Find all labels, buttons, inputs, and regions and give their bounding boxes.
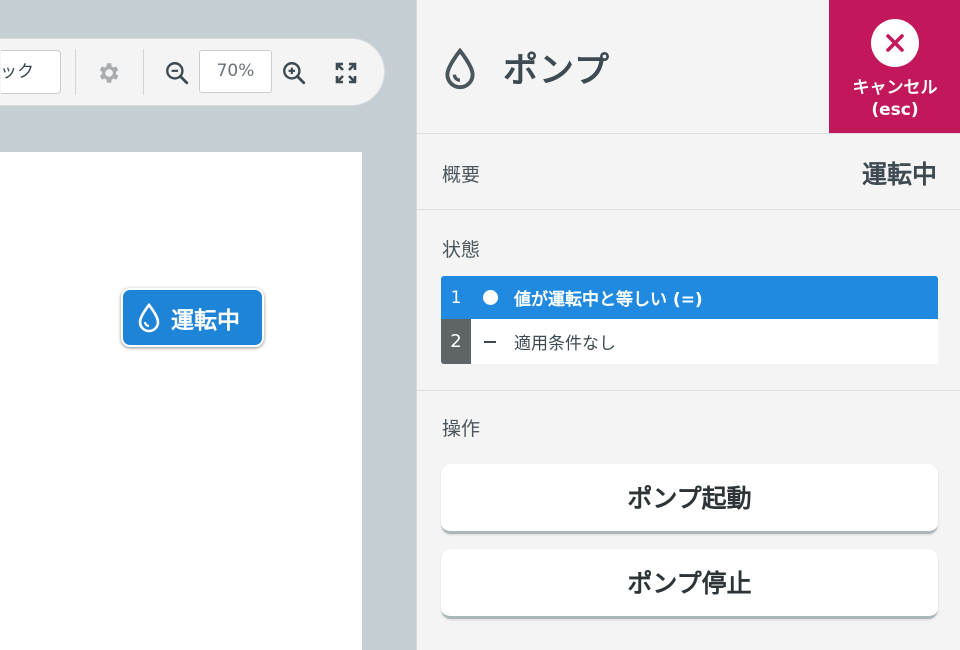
summary-row: 概要 運転中 [417,134,960,210]
state-item[interactable]: 1 値が運転中と等しい (=) [441,276,938,319]
operations-label: 操作 [442,418,481,440]
state-label: 状態 [442,239,481,261]
dash-icon [471,340,509,343]
water-drop-icon [137,302,161,333]
toolbar: ロック 70% [0,38,385,106]
state-item[interactable]: 2 適用条件なし [441,319,938,364]
state-text: 適用条件なし [514,334,616,354]
summary-label: 概要 [442,164,481,186]
toolbar-divider [143,49,144,95]
panel-title: ポンプ [503,51,610,91]
state-number: 1 [450,287,462,308]
cancel-label-text: キャンセル [852,78,938,98]
gear-icon[interactable] [94,59,122,87]
state-number: 2 [441,319,471,364]
lock-button-label: ロック [1,62,34,82]
cancel-label: キャンセル (esc) [829,77,960,121]
canvas-area: ロック 70% 運転中 [0,0,416,650]
toolbar-divider [75,49,76,95]
cancel-shortcut: (esc) [871,100,919,120]
zoom-level-input[interactable]: 70% [199,50,272,93]
properties-panel: ポンプ キャンセル (esc) 概要 運転中 状態 1 値が運転中と等しい (=… [416,0,960,650]
active-dot-icon [471,290,509,305]
water-drop-icon [443,47,477,94]
state-section: 状態 1 値が運転中と等しい (=) 2 適用条件なし [417,211,960,391]
summary-value: 運転中 [861,160,937,189]
pump-start-button[interactable]: ポンプ起動 [441,464,938,534]
fullscreen-icon[interactable] [332,59,360,87]
cancel-button[interactable]: キャンセル (esc) [829,0,960,133]
operations-section: 操作 ポンプ起動 ポンプ停止 [417,392,960,650]
close-icon [871,19,919,67]
widget-label: 運転中 [171,307,240,334]
panel-header: ポンプ キャンセル (esc) [417,0,960,134]
lock-button[interactable]: ロック [1,50,61,94]
state-text: 値が運転中と等しい (=) [514,290,703,310]
zoom-in-icon[interactable] [280,59,308,87]
state-list: 1 値が運転中と等しい (=) 2 適用条件なし [441,276,938,364]
zoom-out-icon[interactable] [163,59,191,87]
pump-status-widget[interactable]: 運転中 [121,288,264,347]
canvas-sheet [0,152,362,650]
pump-stop-button[interactable]: ポンプ停止 [441,549,938,619]
